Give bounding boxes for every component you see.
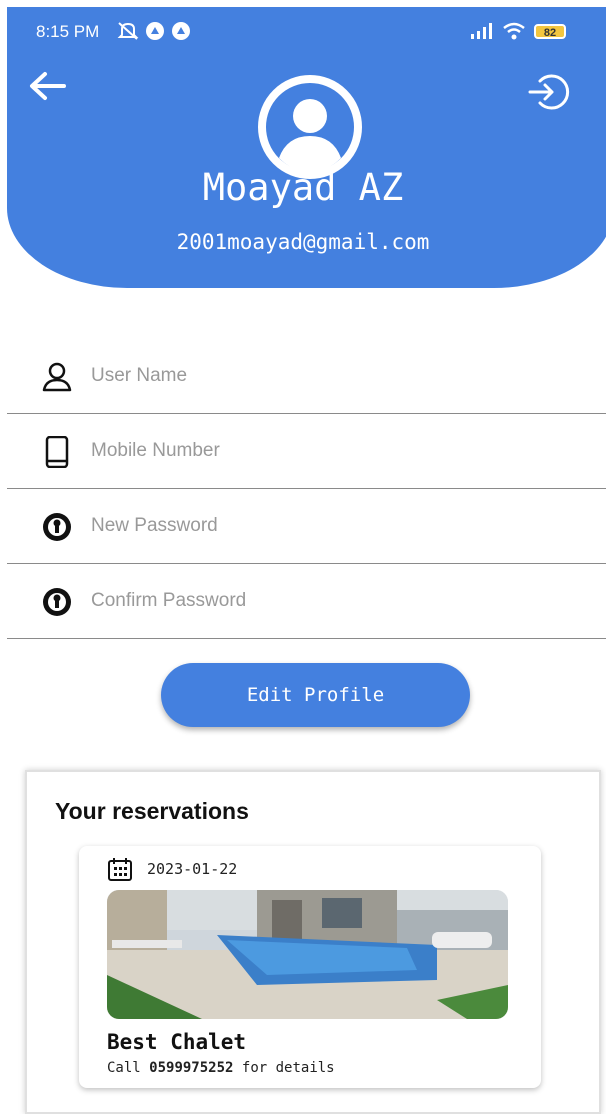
notification-icons xyxy=(117,21,191,41)
profile-name: Moayad AZ xyxy=(202,166,404,209)
key-icon xyxy=(41,586,73,618)
mute-icon xyxy=(117,22,139,40)
app-notification-icon xyxy=(146,22,164,40)
wifi-icon xyxy=(503,22,525,40)
status-time: 8:15 PM xyxy=(36,22,100,41)
edit-profile-button[interactable]: Edit Profile xyxy=(161,663,470,727)
username-field[interactable]: User Name xyxy=(7,339,606,414)
mobile-number-field[interactable]: Mobile Number xyxy=(7,414,606,489)
avatar-icon xyxy=(258,75,362,179)
phone-icon xyxy=(41,436,73,468)
confirm-password-field[interactable]: Confirm Password xyxy=(7,564,606,639)
new-password-placeholder: New Password xyxy=(91,515,218,536)
signal-icon xyxy=(471,23,492,39)
contact-prefix: Call xyxy=(107,1060,141,1076)
username-placeholder: User Name xyxy=(91,365,188,386)
reservation-contact: Call 0599975252 for details xyxy=(107,1060,335,1076)
back-arrow-icon[interactable] xyxy=(28,70,66,102)
profile-email: 2001moayad@gmail.com xyxy=(176,230,430,254)
contact-suffix: for details xyxy=(241,1060,335,1076)
key-icon xyxy=(41,511,73,543)
chalet-photo xyxy=(107,890,508,1019)
contact-phone[interactable]: 0599975252 xyxy=(149,1060,233,1076)
mobile-number-placeholder: Mobile Number xyxy=(91,440,220,461)
battery-indicator: 82 xyxy=(534,23,566,39)
reservations-panel: Your reservations 2023-01-22 Best Chalet xyxy=(25,770,601,1114)
status-bar: 8:15 PM 82 xyxy=(0,0,606,50)
system-icons: 82 xyxy=(470,22,566,40)
reservation-card[interactable]: 2023-01-22 Best Chalet Call 0599975252 f… xyxy=(79,846,541,1088)
reservation-name: Best Chalet xyxy=(107,1030,247,1054)
calendar-icon xyxy=(108,858,132,881)
person-icon xyxy=(41,361,73,393)
app-notification-icon xyxy=(172,22,190,40)
logout-icon[interactable] xyxy=(526,72,570,112)
reservations-title: Your reservations xyxy=(55,798,249,824)
new-password-field[interactable]: New Password xyxy=(7,489,606,564)
confirm-password-placeholder: Confirm Password xyxy=(91,590,247,611)
reservation-date: 2023-01-22 xyxy=(147,860,238,878)
